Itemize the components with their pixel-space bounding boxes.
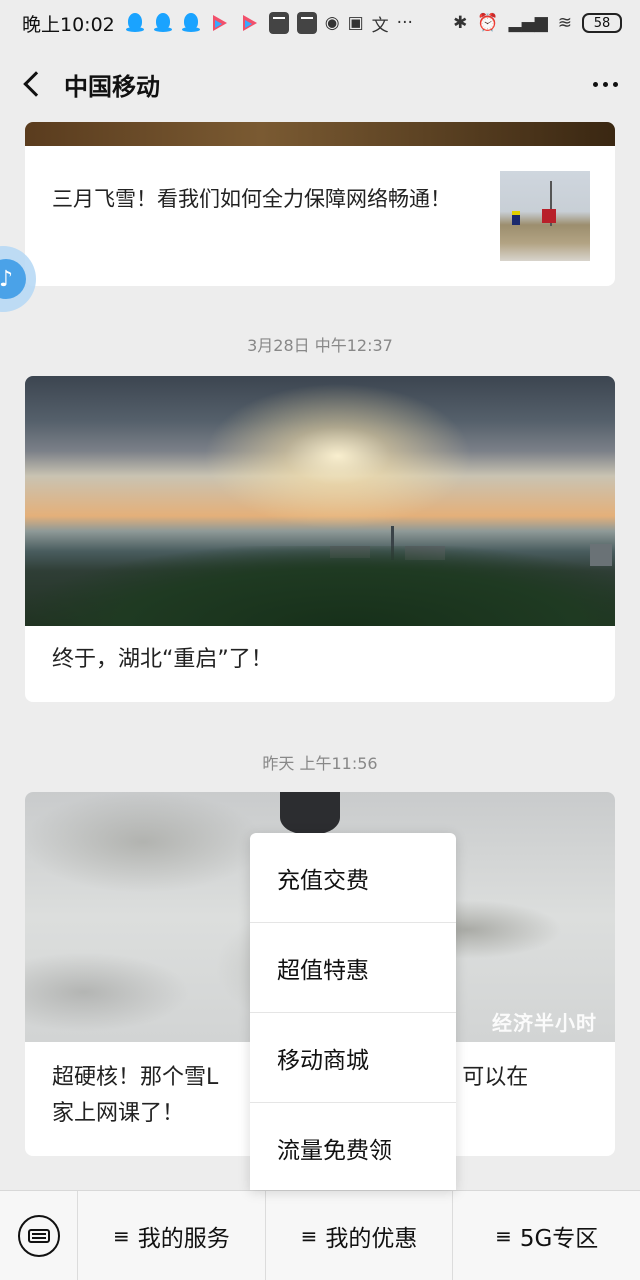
status-time: 晚上10:02 — [22, 13, 115, 36]
dot-icon — [602, 81, 608, 87]
hd-signal-icon: ▂▄▆ — [508, 13, 548, 33]
menu-lines-icon: ≡ — [112, 1223, 130, 1248]
article-thumbnail — [500, 171, 590, 261]
page-title: 中国移动 — [64, 72, 160, 101]
message-timestamp: 昨天 上午11:56 — [262, 754, 378, 773]
message-timestamp: 3月28日 中午12:37 — [247, 336, 393, 355]
bottom-menu-bar: ≡ 我的服务 ≡ 我的优惠 ≡ 5G专区 — [0, 1190, 640, 1280]
chevron-left-icon — [23, 71, 49, 97]
menu-item-free-data[interactable]: 流量免费领 — [250, 1103, 456, 1193]
menu-item-recharge[interactable]: 充值交费 — [250, 833, 456, 923]
keyboard-icon — [17, 1214, 60, 1257]
article-card[interactable]: 终于，湖北“重启”了！ — [25, 376, 615, 702]
menu-tab-5g-zone[interactable]: ≡ 5G专区 — [453, 1191, 640, 1280]
menu-tab-label: 5G专区 — [519, 1225, 599, 1252]
notification-icons: ◉ ▣ 文 ··· — [125, 11, 453, 36]
article-title-part: 家上网课了！ — [52, 1101, 185, 1126]
dot-icon — [612, 81, 618, 87]
menu-item-special-offers[interactable]: 超值特惠 — [250, 923, 456, 1013]
article-title: 终于，湖北“重启”了！ — [52, 647, 273, 672]
menu-lines-icon: ≡ — [300, 1223, 318, 1248]
article-card[interactable]: 三月飞雪！看我们如何全力保障网络畅通！ — [25, 122, 615, 286]
article-title-part: 超硬核！那个雪L — [52, 1065, 219, 1090]
bluetooth-icon: ✱ — [453, 13, 468, 33]
weibo-icon: ◉ — [324, 13, 340, 33]
video-play-icon — [209, 12, 231, 34]
wifi-icon: ≋ — [557, 13, 572, 33]
alarm-icon: ⏰ — [477, 13, 499, 33]
qq-icon — [153, 12, 173, 34]
qq-icon — [125, 12, 145, 34]
more-options-button[interactable] — [570, 46, 640, 122]
menu-tab-my-offers[interactable]: ≡ 我的优惠 — [266, 1190, 454, 1280]
back-button[interactable] — [0, 46, 64, 122]
video-play-icon — [239, 12, 261, 34]
menu-lines-icon: ≡ — [495, 1223, 512, 1248]
menu-tab-label: 我的服务 — [137, 1225, 230, 1252]
app-box-icon — [296, 12, 317, 34]
calendar-icon: ▣ — [347, 13, 364, 33]
menu-item-mobile-mall[interactable]: 移动商城 — [250, 1013, 456, 1103]
video-watermark: 经济半小时 — [492, 1011, 597, 1035]
article-title: 三月飞雪！看我们如何全力保障网络畅通！ — [52, 187, 451, 211]
translate-icon: 文 — [371, 15, 389, 36]
more-notifications-icon: ··· — [396, 13, 413, 33]
nav-bar: 中国移动 — [0, 46, 640, 122]
dot-icon — [592, 81, 598, 87]
article-cover-image — [25, 376, 615, 626]
menu-tab-label: 我的优惠 — [325, 1225, 418, 1252]
app-box-icon — [268, 12, 289, 34]
menu-tab-my-services[interactable]: ≡ 我的服务 — [78, 1190, 266, 1280]
qq-icon — [181, 12, 201, 34]
service-popup-menu: 充值交费 超值特惠 移动商城 流量免费领 — [250, 833, 456, 1190]
article-cover-image — [25, 122, 615, 146]
status-bar: 晚上10:02 ◉ ▣ 文 ··· ✱ ⏰ ▂▄▆ ≋ 58 — [0, 0, 640, 46]
music-note-icon: ♪ — [0, 259, 26, 299]
battery-icon: 58 — [582, 13, 622, 33]
keyboard-toggle-button[interactable] — [0, 1190, 78, 1280]
